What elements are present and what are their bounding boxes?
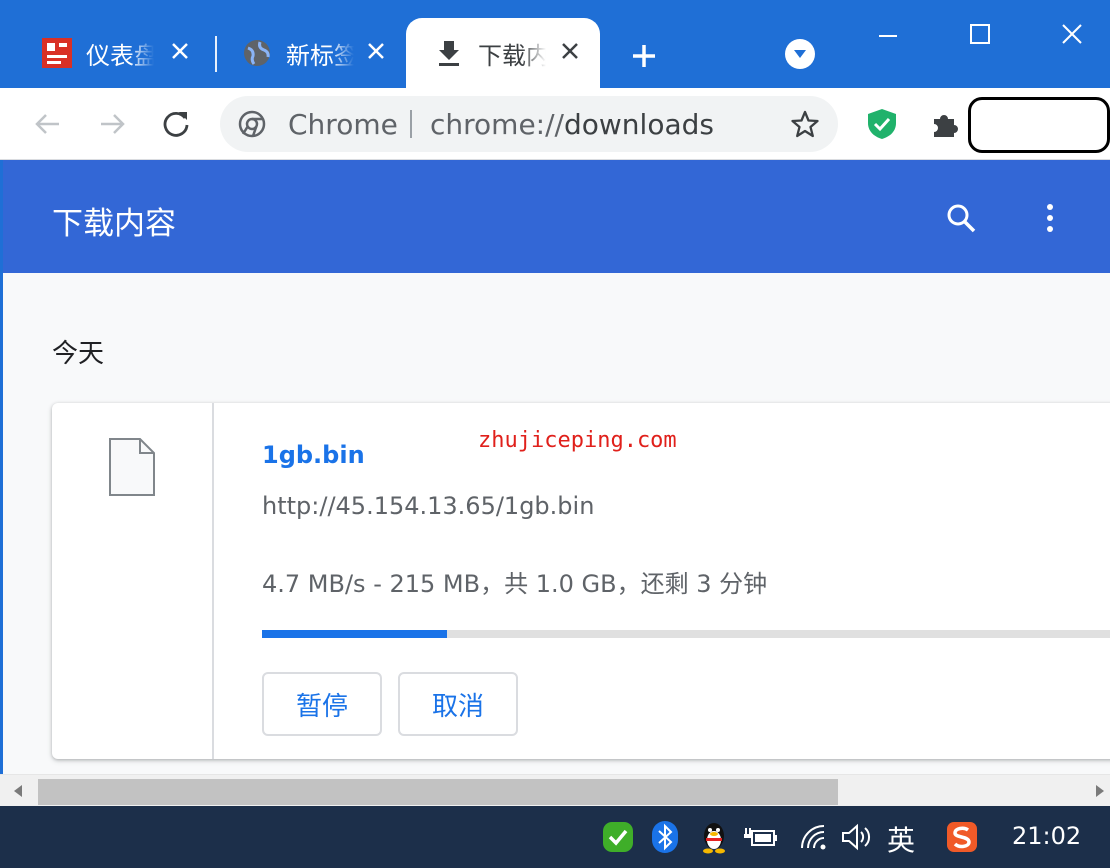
scrollbar-thumb[interactable]: [38, 779, 838, 805]
tab-title: 仪表盘: [86, 41, 154, 70]
maximize-button[interactable]: [960, 14, 1000, 54]
tab-strip: 仪表盘 新标签页 下载内容: [0, 0, 1110, 88]
power-battery-icon[interactable]: [744, 820, 778, 854]
tab-dashboard[interactable]: 仪表盘: [0, 18, 210, 88]
tab-title: 新标签页: [286, 41, 354, 70]
bookmark-star-icon[interactable]: [790, 109, 820, 139]
tab-search-button[interactable]: [785, 39, 815, 69]
scroll-right-icon[interactable]: [1092, 783, 1108, 799]
qq-penguin-icon[interactable]: [697, 820, 731, 854]
dashboard-favicon-icon: [40, 36, 74, 70]
close-tab-icon[interactable]: [168, 39, 192, 63]
downloads-header: 下载内容: [3, 160, 1110, 273]
new-tab-button[interactable]: [626, 38, 662, 74]
minimize-button[interactable]: [868, 14, 908, 54]
back-button[interactable]: [28, 104, 68, 144]
date-section-header: 今天: [52, 339, 105, 369]
taskbar: 英 21:02: [0, 806, 1110, 868]
close-tab-icon[interactable]: [364, 39, 388, 63]
reload-button[interactable]: [156, 104, 196, 144]
bluetooth-icon[interactable]: [648, 820, 682, 854]
download-status: 4.7 MB/s - 215 MB，共 1.0 GB，还剩 3 分钟: [262, 570, 768, 598]
wifi-icon[interactable]: [797, 820, 831, 854]
download-progress-bar: [262, 630, 1110, 638]
security-shield-tray-icon[interactable]: [601, 820, 635, 854]
download-item-card: 1gb.bin http://45.154.13.65/1gb.bin 4.7 …: [52, 403, 1110, 759]
window-border: [0, 160, 3, 810]
site-chip-label: Chrome: [288, 108, 398, 141]
url-scheme: chrome://: [430, 108, 564, 141]
pause-button[interactable]: 暂停: [262, 672, 382, 736]
sogou-ime-icon[interactable]: [945, 820, 979, 854]
system-clock[interactable]: 21:02: [1012, 822, 1081, 850]
browser-toolbar: Chrome chrome://downloads: [0, 88, 1110, 160]
shield-extension-icon[interactable]: [864, 106, 900, 142]
url-path: downloads: [563, 108, 714, 141]
download-icon: [432, 36, 466, 70]
tab-new-tab[interactable]: 新标签页: [200, 18, 406, 88]
horizontal-scrollbar[interactable]: [0, 774, 1110, 806]
file-icon: [109, 438, 155, 496]
chrome-icon: [238, 110, 266, 138]
file-name-link[interactable]: 1gb.bin: [262, 441, 365, 469]
page-title: 下载内容: [52, 206, 176, 242]
tab-downloads[interactable]: 下载内容: [406, 18, 600, 88]
input-method-indicator[interactable]: 英: [887, 819, 915, 859]
scroll-left-icon[interactable]: [10, 783, 26, 799]
volume-icon[interactable]: [839, 820, 873, 854]
close-tab-icon[interactable]: [558, 39, 582, 63]
url-text: chrome://downloads: [430, 108, 714, 141]
search-icon[interactable]: [941, 198, 981, 238]
download-progress-fill: [262, 630, 447, 638]
more-vert-icon[interactable]: [1030, 198, 1070, 238]
address-bar[interactable]: Chrome chrome://downloads: [220, 96, 838, 152]
file-icon-column: [52, 403, 214, 759]
globe-icon: [240, 36, 274, 70]
puzzle-extensions-icon[interactable]: [928, 106, 964, 142]
omnibox-divider: [410, 110, 412, 138]
tab-title: 下载内容: [478, 41, 546, 70]
watermark-text: zhujiceping.com: [478, 428, 677, 453]
cancel-button[interactable]: 取消: [398, 672, 518, 736]
close-window-button[interactable]: [1052, 14, 1092, 54]
forward-button[interactable]: [92, 104, 132, 144]
profile-button[interactable]: [968, 97, 1110, 153]
file-source-url[interactable]: http://45.154.13.65/1gb.bin: [262, 492, 594, 520]
